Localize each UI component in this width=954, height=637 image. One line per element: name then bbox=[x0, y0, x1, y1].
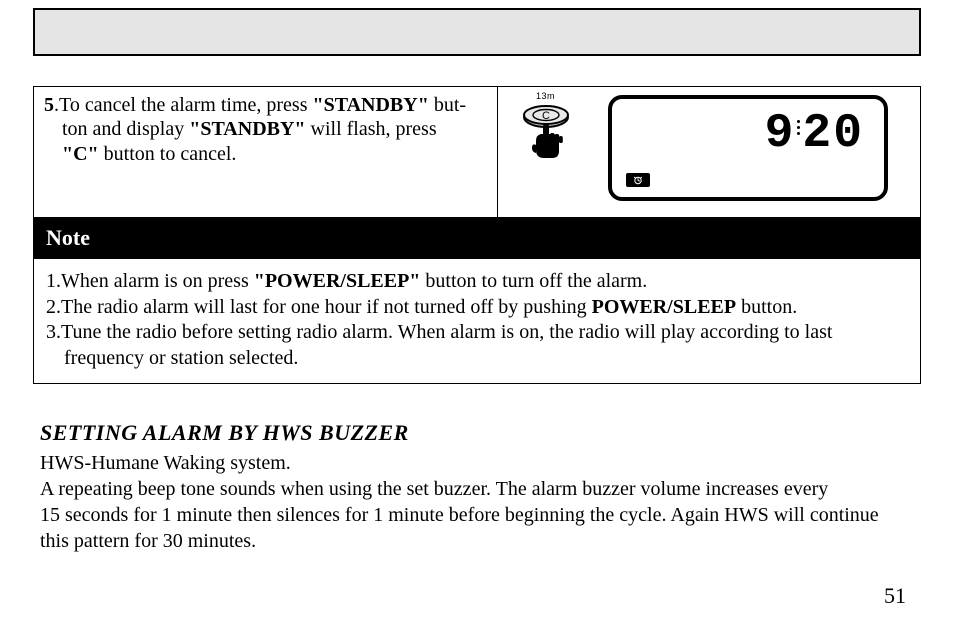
button-letter: C bbox=[542, 110, 550, 122]
note2-suffix: button. bbox=[736, 296, 797, 318]
note3-prefix: 3.Tune the radio before setting radio al… bbox=[46, 321, 832, 343]
note2-prefix: 2.The radio alarm will last for one hour… bbox=[46, 296, 592, 318]
time-hour: 9 bbox=[765, 107, 796, 161]
section-title: SETTING ALARM BY HWS BUZZER bbox=[40, 420, 920, 446]
note-item-2: 2.The radio alarm will last for one hour… bbox=[46, 295, 908, 321]
step-number: 5 bbox=[44, 94, 54, 116]
clock-time: 920 bbox=[765, 107, 864, 161]
header-bar bbox=[33, 8, 921, 56]
section-body-4: this pattern for 30 minutes. bbox=[40, 528, 920, 554]
step-row: 5.To cancel the alarm time, press "STAND… bbox=[34, 87, 920, 217]
note2-bold: POWER/SLEEP bbox=[592, 296, 736, 318]
note-item-1: 1.When alarm is on press "POWER/SLEEP" b… bbox=[46, 269, 908, 295]
section-body-1: HWS-Humane Waking system. bbox=[40, 450, 920, 476]
hws-section: SETTING ALARM BY HWS BUZZER HWS-Humane W… bbox=[40, 420, 920, 554]
note-body: 1.When alarm is on press "POWER/SLEEP" b… bbox=[34, 259, 920, 383]
alarm-clock-icon bbox=[626, 173, 650, 187]
time-minute: 20 bbox=[802, 107, 864, 161]
illustration-area: 13m C bbox=[498, 87, 920, 217]
step-line1c: but- bbox=[429, 94, 466, 116]
note-item-3-cont: frequency or station selected. bbox=[46, 346, 908, 372]
colon-icon bbox=[797, 117, 800, 138]
note1-bold: "POWER/SLEEP" bbox=[254, 270, 421, 292]
section-body: HWS-Humane Waking system. A repeating be… bbox=[40, 450, 920, 554]
section-body-3: 15 seconds for 1 minute then silences fo… bbox=[40, 502, 920, 528]
step-line1b: "STANDBY" bbox=[313, 94, 429, 116]
note1-prefix: 1.When alarm is on press bbox=[46, 270, 254, 292]
instruction-box: 5.To cancel the alarm time, press "STAND… bbox=[33, 86, 921, 384]
step-line3a: "C" bbox=[62, 143, 99, 165]
section-body-2: A repeating beep tone sounds when using … bbox=[40, 476, 920, 502]
band-label: 13m bbox=[536, 91, 555, 101]
note1-suffix: button to turn off the alarm. bbox=[420, 270, 647, 292]
manual-page: 5.To cancel the alarm time, press "STAND… bbox=[0, 0, 954, 637]
note-header: Note bbox=[34, 217, 920, 259]
step-line1a: .To cancel the alarm time, press bbox=[54, 94, 313, 116]
step-line2a: ton and display bbox=[62, 118, 189, 140]
step-line3b: button to cancel. bbox=[99, 143, 237, 165]
step-line2b: "STANDBY" bbox=[189, 118, 305, 140]
button-press-icon: C bbox=[518, 103, 574, 168]
step-line2c: will flash, press bbox=[306, 118, 437, 140]
lcd-display: 920 bbox=[608, 95, 888, 201]
step-5-text: 5.To cancel the alarm time, press "STAND… bbox=[34, 87, 498, 217]
page-number: 51 bbox=[884, 583, 906, 609]
note-item-3: 3.Tune the radio before setting radio al… bbox=[46, 320, 908, 346]
